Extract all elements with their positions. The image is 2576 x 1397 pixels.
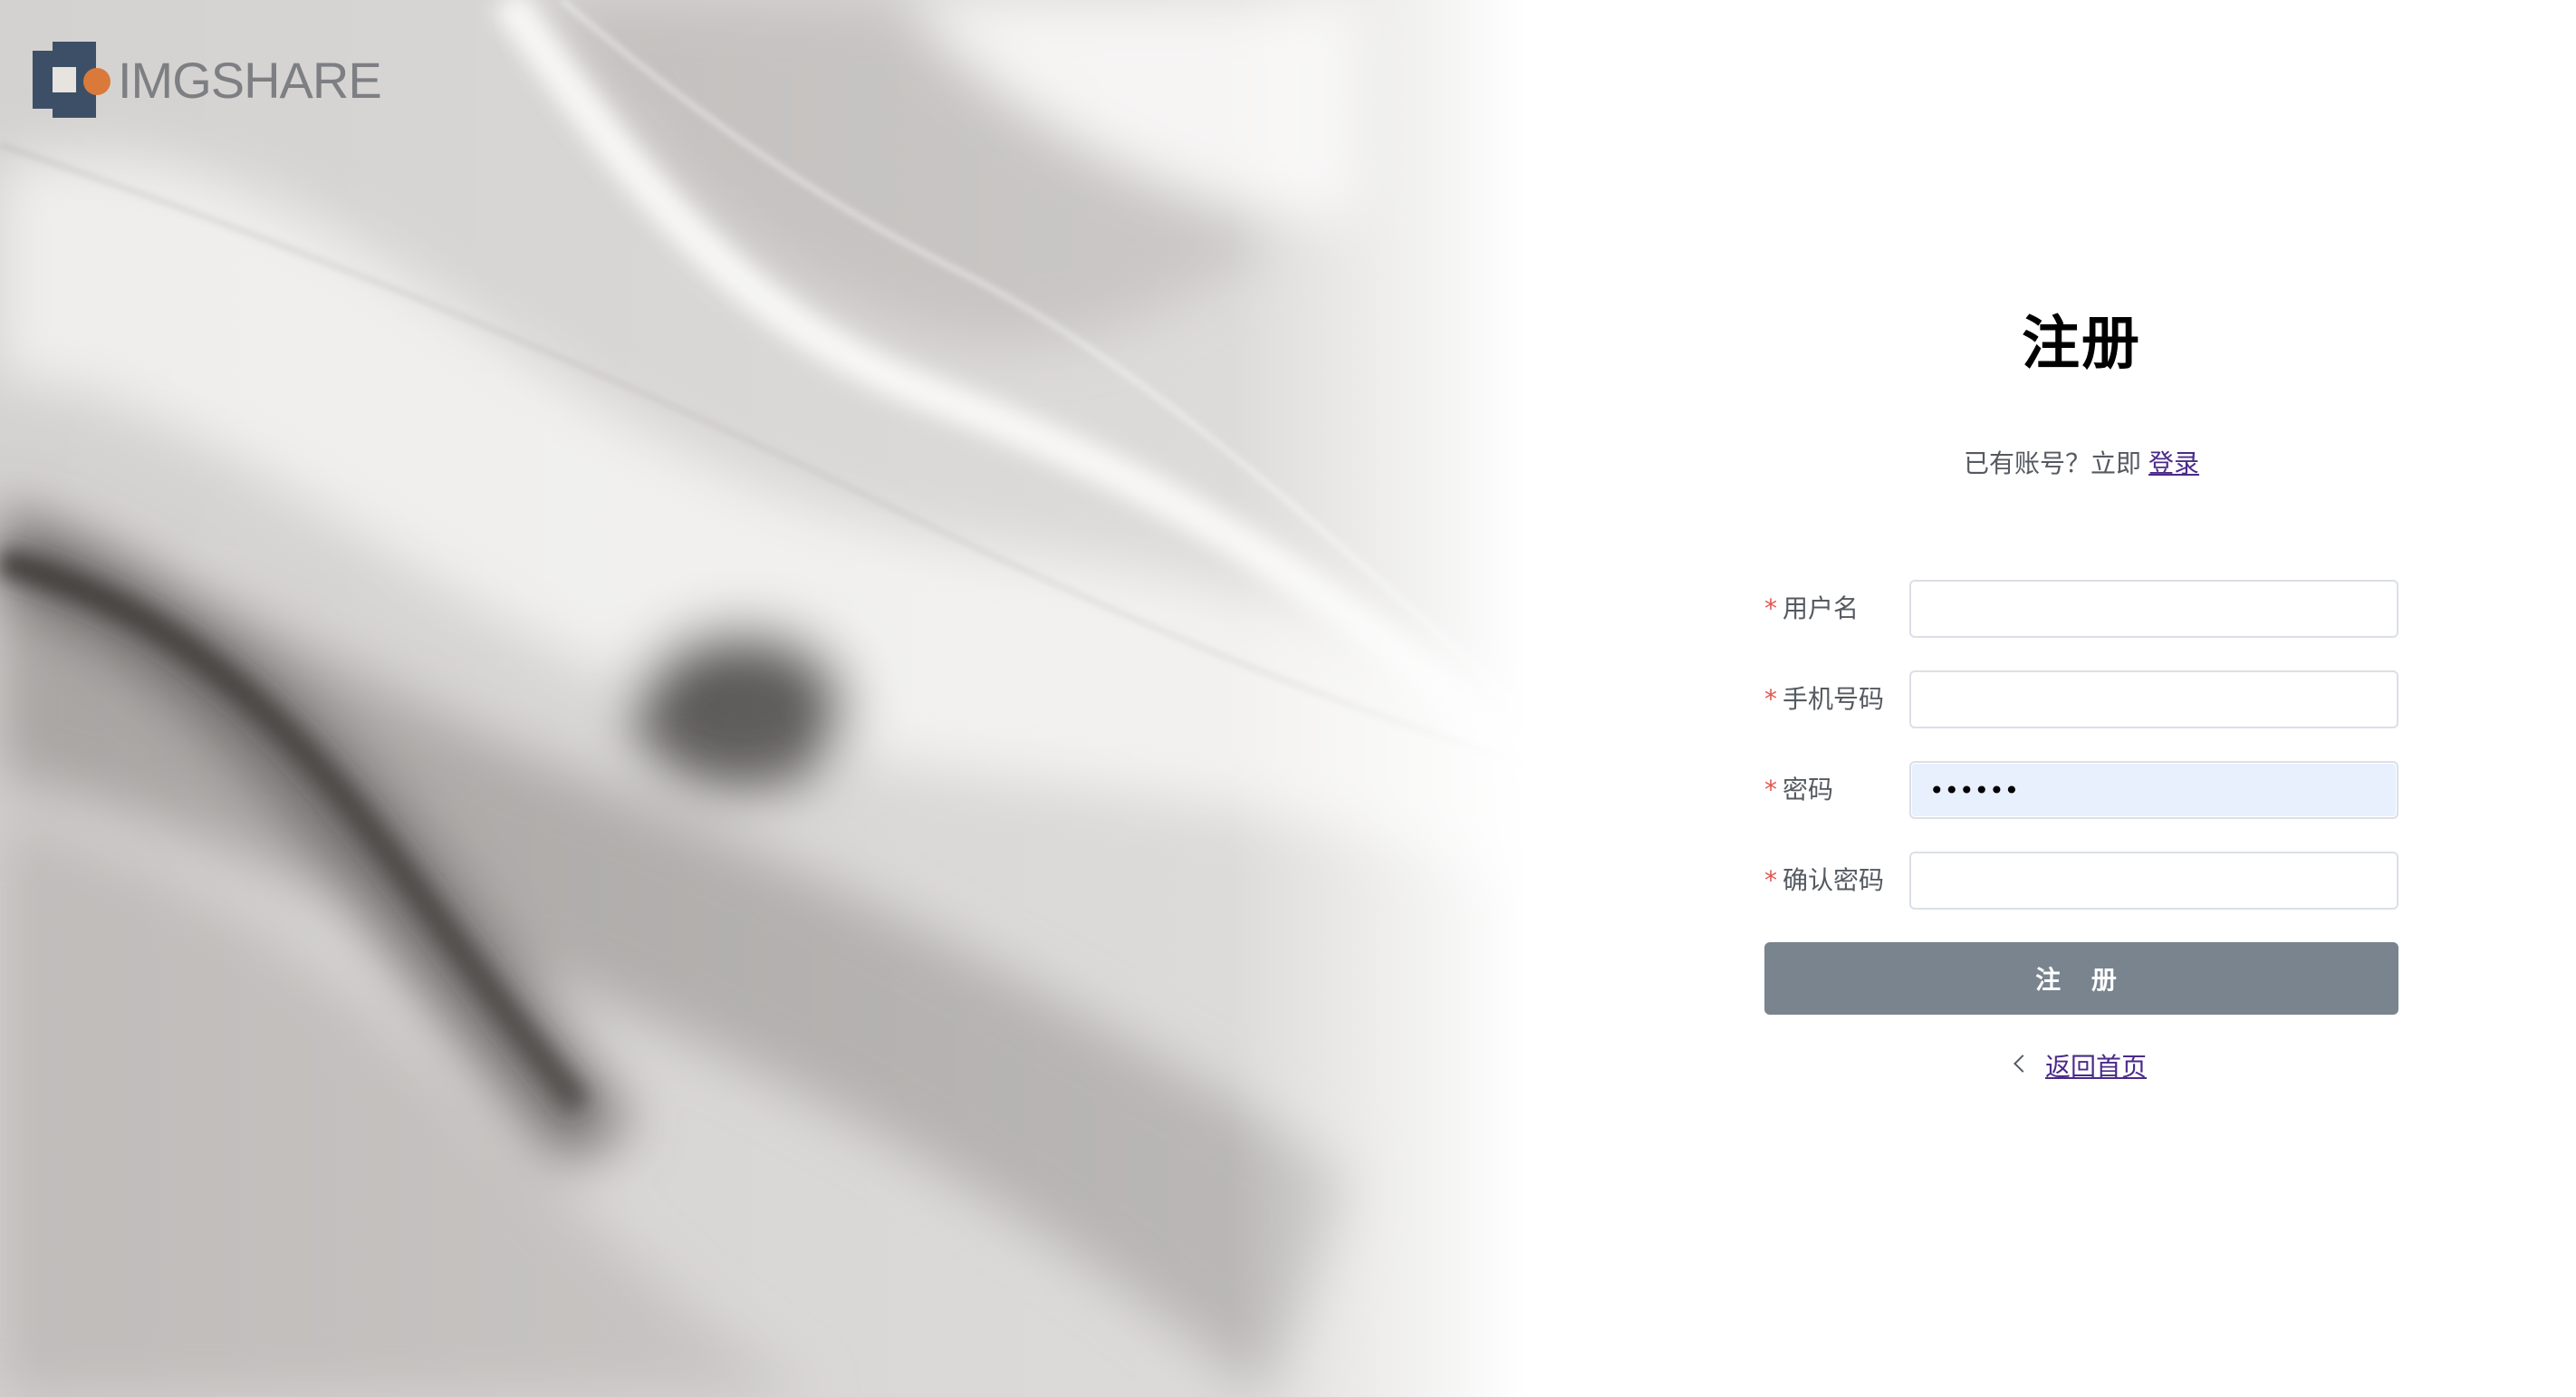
- phone-field[interactable]: [1909, 670, 2398, 728]
- page-title: 注册: [2022, 311, 2141, 378]
- required-mark: *: [1764, 865, 1777, 895]
- login-prompt-text: 已有账号？立即: [1963, 448, 2141, 478]
- confirm-password-row: * 确认密码: [1764, 852, 2398, 910]
- phone-label: * 手机号码: [1764, 684, 1885, 714]
- chevron-left-icon: [2014, 1055, 2032, 1073]
- phone-row: * 手机号码: [1764, 670, 2398, 728]
- password-field[interactable]: [1909, 761, 2398, 819]
- required-mark: *: [1764, 684, 1777, 714]
- login-link[interactable]: 登录: [2148, 448, 2199, 478]
- logo-mark-icon: [33, 42, 111, 118]
- confirm-password-field[interactable]: [1909, 852, 2398, 910]
- login-prompt: 已有账号？立即 登录: [1764, 444, 2398, 480]
- silk-wave-graphic: [0, 0, 1576, 1397]
- brand-logo[interactable]: IMGSHARE: [33, 40, 382, 120]
- register-button[interactable]: 注 册: [1764, 942, 2398, 1015]
- background-image: [0, 0, 1576, 1397]
- password-label: * 密码: [1764, 775, 1834, 804]
- required-mark: *: [1764, 593, 1777, 623]
- confirm-password-label: * 确认密码: [1764, 865, 1885, 895]
- username-row: * 用户名: [1764, 580, 2398, 638]
- brand-name: IMGSHARE: [118, 51, 382, 109]
- required-mark: *: [1764, 775, 1777, 804]
- username-field[interactable]: [1909, 580, 2398, 638]
- username-label: * 用户名: [1764, 593, 1860, 623]
- back-home-link[interactable]: 返回首页: [2045, 1052, 2147, 1082]
- password-row: * 密码: [1764, 761, 2398, 819]
- back-home: 返回首页: [1764, 1047, 2398, 1084]
